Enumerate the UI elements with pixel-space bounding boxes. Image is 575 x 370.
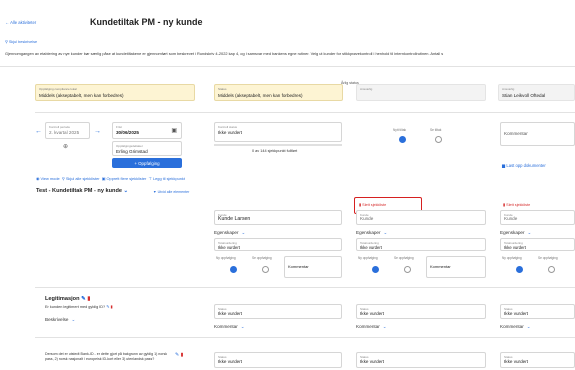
see-followup-label: Se oppfølging [394, 256, 414, 260]
customer-field[interactable]: Kunde Kunde [500, 210, 575, 225]
plus-square-icon: ▣ [101, 176, 106, 181]
comment-field[interactable]: Kommentar [284, 256, 342, 278]
trash-icon[interactable]: ▮ [181, 352, 184, 358]
checkpoint-status-field[interactable]: Status Ikke vurdert [214, 352, 342, 368]
description-dropdown[interactable]: Beskrivelse ⌄ [45, 317, 75, 323]
responsible-field[interactable]: Ansvarlig Stian Leikvoll Oftedal [498, 84, 575, 101]
previous-period-icon[interactable]: ← [35, 128, 42, 135]
checkpoint-question: Dersom det er utstedt Bank-ID - er dette… [45, 352, 168, 361]
chevron-down-icon: ⌄ [241, 230, 246, 235]
chevron-down-icon: ⌄ [527, 230, 532, 235]
properties-dropdown[interactable]: Egenskaper ⌄ [500, 230, 531, 236]
upload-icon: ▆ [502, 163, 506, 168]
period-field[interactable]: Kontroll periode 2. kvartal 2025 [45, 122, 90, 139]
control-comment-field[interactable]: Kommentar [500, 122, 575, 146]
create-checklists[interactable]: ▣ Opprett flere sjekklister [102, 176, 147, 181]
checkpoint-status-field[interactable]: Status Ikke vurdert [356, 352, 486, 368]
checkpoint-status-field[interactable]: Status Ikke vurdert [214, 304, 342, 319]
page-title: Kundetiltak PM - ny kunde [90, 17, 203, 27]
edit-icon[interactable]: ✎ [175, 352, 179, 358]
new-followup-icon[interactable] [516, 266, 523, 273]
deadline-field[interactable]: Frist 30/06/2025 ▣ [112, 122, 182, 139]
new-followup-label: Ny oppfølging [502, 256, 522, 260]
progress-text: 0 av 144 sjekkpunkt fullført [252, 149, 298, 153]
control-status-field[interactable]: Kontroll status Ikke vurdert [214, 122, 342, 142]
edit-icon[interactable]: ✎ [106, 305, 109, 309]
delete-checklist-button[interactable]: ▮ Slett sjekkliste [503, 202, 530, 207]
properties-dropdown[interactable]: Egenskaper ⌄ [214, 230, 245, 236]
calendar-icon[interactable]: ▣ [171, 127, 177, 134]
eye-off-icon: ⚲ [5, 40, 8, 44]
lock-icon: ⊕ [63, 144, 69, 150]
new-followup-icon[interactable] [372, 266, 379, 273]
followup-owner-field[interactable]: Oppfølgingsdeltaker Erling Grimstad [112, 141, 182, 156]
see-followup-label: Se oppfølging [538, 256, 558, 260]
filter-plus-icon: ⊤ [148, 176, 152, 181]
comment-dropdown[interactable]: Kommentar ⌄ [214, 324, 245, 330]
divider [35, 112, 575, 113]
upload-documents-link[interactable]: ▆ Last opp dokumenter [502, 163, 546, 168]
see-followup-icon[interactable] [548, 266, 555, 273]
divider [35, 287, 575, 288]
description-text: Gjennomgangen av etablering av nye kunde… [5, 51, 444, 56]
edit-icon[interactable]: ✎ [81, 296, 86, 302]
delete-checklist-button[interactable]: ▮ Slett sjekkliste [359, 202, 386, 207]
see-followup-icon[interactable] [404, 266, 411, 273]
expand-all-link[interactable]: ▼ Utvid alle elementer [153, 190, 189, 194]
see-followup-label: Se oppfølging [252, 256, 272, 260]
filter-icon: ▼ [153, 190, 157, 194]
checkpoint-actions: ✎ ▮ [175, 352, 183, 358]
customer-field[interactable]: Kunde Kunde [356, 210, 486, 225]
total-assessment-field[interactable]: Totalvurdering Ikke vurdert [500, 238, 575, 251]
trash-icon: ▮ [503, 203, 506, 207]
total-assessment-field[interactable]: Totalvurdering Ikke vurdert [214, 238, 342, 251]
add-checkpoint[interactable]: ⊤ Legg til sjekkpunkt [148, 176, 185, 181]
new-measure-label: Nytt tiltak [393, 128, 407, 132]
checkpoint-status-field[interactable]: Status Ikke vurdert [356, 304, 486, 319]
hide-all-checklists[interactable]: ⚲ Skjul alle sjekklister [62, 176, 100, 181]
compliance-status-field[interactable]: Oppfølging compliance lokal Middels (aks… [35, 84, 195, 101]
divider [0, 66, 575, 67]
chevron-down-icon: ⌄ [383, 230, 388, 235]
comment-dropdown[interactable]: Kommentar ⌄ [356, 324, 387, 330]
comment-dropdown[interactable]: Kommentar ⌄ [500, 324, 531, 330]
trash-icon[interactable]: ▮ [87, 296, 90, 302]
chevron-down-icon[interactable]: ⌄ [124, 188, 129, 194]
hide-description-toggle[interactable]: ⚲ Skjul beskrivelse [5, 39, 37, 44]
new-followup-label: Ny oppfølging [358, 256, 378, 260]
trash-icon[interactable]: ▮ [110, 305, 112, 309]
divider [35, 337, 575, 338]
new-followup-icon[interactable] [230, 266, 237, 273]
chevron-down-icon: ⌄ [526, 324, 531, 329]
new-followup-label: Ny oppfølging [216, 256, 236, 260]
annual-responsible-field[interactable]: Ansvarlig [356, 84, 486, 101]
status-field[interactable]: Status Middels (akseptabelt, men kan for… [214, 84, 343, 101]
eye-icon: ◉ [36, 176, 40, 181]
trash-icon: ▮ [359, 203, 362, 207]
chevron-down-icon: ⌄ [382, 324, 387, 329]
properties-dropdown[interactable]: Egenskaper ⌄ [356, 230, 387, 236]
chevron-down-icon: ⌄ [71, 317, 76, 322]
checkpoint-title: Legitimasjon ✎ ▮ [45, 296, 91, 302]
see-measure-icon[interactable] [435, 136, 442, 143]
new-measure-icon[interactable] [399, 136, 406, 143]
back-link[interactable]: ← Alle aktiviteter [5, 20, 36, 25]
checkpoint-status-field[interactable]: Status Ikke vurdert [500, 352, 575, 368]
checkpoint-question: Er kunden legitimert med gyldig ID? ✎ ▮ [45, 305, 113, 309]
checklist-title: Test - Kundetiltak PM - ny kunde ⌄ [36, 188, 129, 194]
next-period-icon[interactable]: → [94, 128, 101, 135]
arrow-left-icon: ← [5, 20, 10, 25]
comment-field[interactable]: Kommentar [426, 256, 486, 278]
checkpoint-status-field[interactable]: Status Ikke vurdert [500, 304, 575, 319]
view-mode-toggle[interactable]: ◉ View mode [36, 176, 60, 181]
eye-off-icon: ⚲ [61, 176, 65, 181]
see-measure-label: Se tiltak [430, 128, 442, 132]
see-followup-icon[interactable] [262, 266, 269, 273]
customer-field[interactable]: Kunde Kunde Larsen [214, 210, 342, 225]
add-followup-button[interactable]: + Oppfølging [112, 158, 182, 168]
progress-bar [214, 144, 342, 146]
toolbar: ◉ View mode ⚲ Skjul alle sjekklister ▣ O… [36, 176, 185, 181]
total-assessment-field[interactable]: Totalvurdering Ikke vurdert [356, 238, 486, 251]
chevron-down-icon: ⌄ [240, 324, 245, 329]
